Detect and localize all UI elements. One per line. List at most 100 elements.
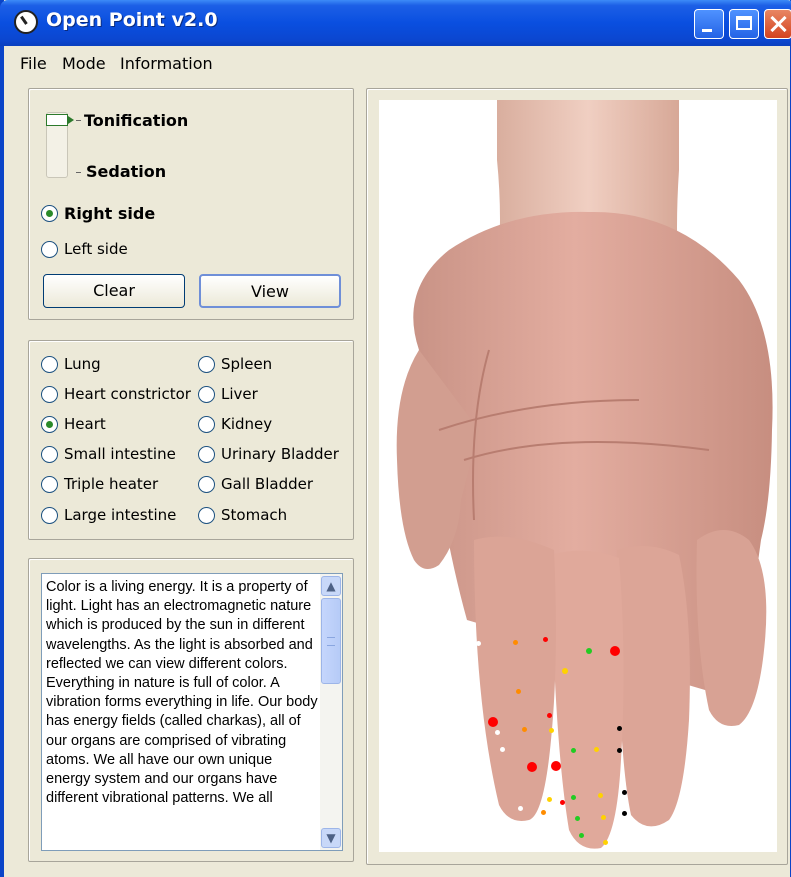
radio-triple-heater[interactable]: Triple heater	[41, 475, 158, 493]
acupoint[interactable]	[476, 641, 481, 646]
acupoint[interactable]	[610, 646, 620, 656]
acupoint[interactable]	[488, 717, 498, 727]
acupoint[interactable]	[598, 793, 603, 798]
acupoint[interactable]	[562, 668, 568, 674]
radio-indicator	[41, 415, 58, 433]
acupoint[interactable]	[571, 795, 576, 800]
acupoint[interactable]	[516, 689, 521, 694]
acupoint[interactable]	[495, 730, 500, 735]
acupoint[interactable]	[541, 810, 546, 815]
info-text: Color is a living energy. It is a proper…	[46, 579, 318, 807]
minimize-button[interactable]	[694, 9, 724, 39]
acupoint[interactable]	[571, 748, 576, 753]
clear-button[interactable]: Clear	[43, 274, 185, 308]
radio-heart[interactable]: Heart	[41, 415, 106, 433]
radio-heart-constrictor[interactable]: Heart constrictor	[41, 385, 191, 403]
radio-label: Lung	[64, 355, 101, 373]
acupoint[interactable]	[617, 726, 622, 731]
acupoint[interactable]	[586, 648, 592, 654]
radio-label: Gall Bladder	[221, 475, 314, 493]
acupoint[interactable]	[549, 728, 554, 733]
vertical-scrollbar[interactable]: ▲ ▼	[320, 574, 342, 850]
acupoint[interactable]	[579, 833, 584, 838]
acupoint[interactable]	[594, 747, 599, 752]
radio-label: Left side	[64, 240, 128, 258]
menu-bar: File Mode Information	[4, 48, 790, 76]
radio-lung[interactable]: Lung	[41, 355, 101, 373]
index-finger-shape	[474, 536, 556, 821]
menu-information[interactable]: Information	[120, 54, 213, 73]
radio-label: Heart constrictor	[64, 385, 191, 403]
scroll-down-button[interactable]: ▼	[321, 828, 341, 848]
radio-stomach[interactable]: Stomach	[198, 506, 287, 524]
radio-indicator	[198, 385, 215, 403]
acupoint[interactable]	[622, 790, 627, 795]
radio-label: Large intestine	[64, 506, 177, 524]
radio-urinary-bladder[interactable]: Urinary Bladder	[198, 445, 339, 463]
info-textbox[interactable]: Color is a living energy. It is a proper…	[41, 573, 343, 851]
acupoint[interactable]	[617, 748, 622, 753]
hand-image	[396, 100, 773, 849]
scroll-thumb[interactable]	[321, 598, 341, 684]
mode-slider-thumb[interactable]	[46, 114, 74, 126]
acupoint[interactable]	[543, 637, 548, 642]
radio-indicator	[41, 385, 58, 403]
acupoint[interactable]	[547, 797, 552, 802]
acupoint[interactable]	[560, 800, 565, 805]
chevron-down-icon: ▼	[326, 831, 336, 845]
radio-label: Heart	[64, 415, 106, 433]
acupoint[interactable]	[527, 762, 537, 772]
radio-label: Spleen	[221, 355, 273, 373]
maximize-button[interactable]	[729, 9, 759, 39]
slider-tick	[76, 172, 81, 173]
menu-mode[interactable]: Mode	[62, 54, 106, 73]
radio-indicator	[198, 415, 215, 433]
hand-image-area	[379, 100, 777, 852]
menu-file[interactable]: File	[20, 54, 47, 73]
view-button[interactable]: View	[199, 274, 341, 308]
radio-left-side[interactable]: Left side	[41, 240, 128, 258]
acupoint[interactable]	[601, 815, 606, 820]
acupoint[interactable]	[522, 727, 527, 732]
ring-finger-shape	[617, 546, 690, 827]
radio-kidney[interactable]: Kidney	[198, 415, 272, 433]
clock-icon	[14, 10, 38, 34]
radio-indicator	[41, 445, 58, 463]
radio-indicator	[198, 475, 215, 493]
title-bar[interactable]: Open Point v2.0	[0, 0, 791, 46]
radio-label: Liver	[221, 385, 258, 403]
radio-large-intestine[interactable]: Large intestine	[41, 506, 176, 524]
radio-indicator	[41, 355, 58, 373]
acupoint[interactable]	[603, 840, 608, 845]
radio-label: Small intestine	[64, 445, 176, 463]
radio-indicator	[41, 240, 58, 258]
radio-label: Right side	[64, 204, 156, 223]
radio-small-intestine[interactable]: Small intestine	[41, 445, 176, 463]
acupoint[interactable]	[547, 713, 552, 718]
radio-indicator	[41, 506, 58, 524]
radio-label: Triple heater	[64, 475, 159, 493]
acupoint[interactable]	[500, 747, 505, 752]
radio-gall-bladder[interactable]: Gall Bladder	[198, 475, 313, 493]
window-title: Open Point v2.0	[46, 9, 218, 31]
scroll-up-button[interactable]: ▲	[321, 576, 341, 596]
acupoint[interactable]	[513, 640, 518, 645]
acupoint[interactable]	[622, 811, 627, 816]
radio-indicator	[198, 445, 215, 463]
slider-tick	[76, 120, 81, 121]
acupoint[interactable]	[518, 806, 523, 811]
radio-label: Stomach	[221, 506, 288, 524]
radio-indicator	[198, 506, 215, 524]
close-button[interactable]	[764, 9, 791, 39]
app-window: Open Point v2.0 File Mode Information To…	[0, 0, 791, 877]
radio-spleen[interactable]: Spleen	[198, 355, 272, 373]
chevron-up-icon: ▲	[326, 579, 336, 593]
radio-liver[interactable]: Liver	[198, 385, 258, 403]
tonification-label: Tonification	[84, 111, 189, 130]
pinky-finger-shape	[696, 530, 767, 726]
radio-right-side[interactable]: Right side	[41, 204, 155, 223]
radio-indicator	[41, 205, 58, 222]
acupoint[interactable]	[551, 761, 561, 771]
radio-label: Kidney	[221, 415, 273, 433]
acupoint[interactable]	[575, 816, 580, 821]
